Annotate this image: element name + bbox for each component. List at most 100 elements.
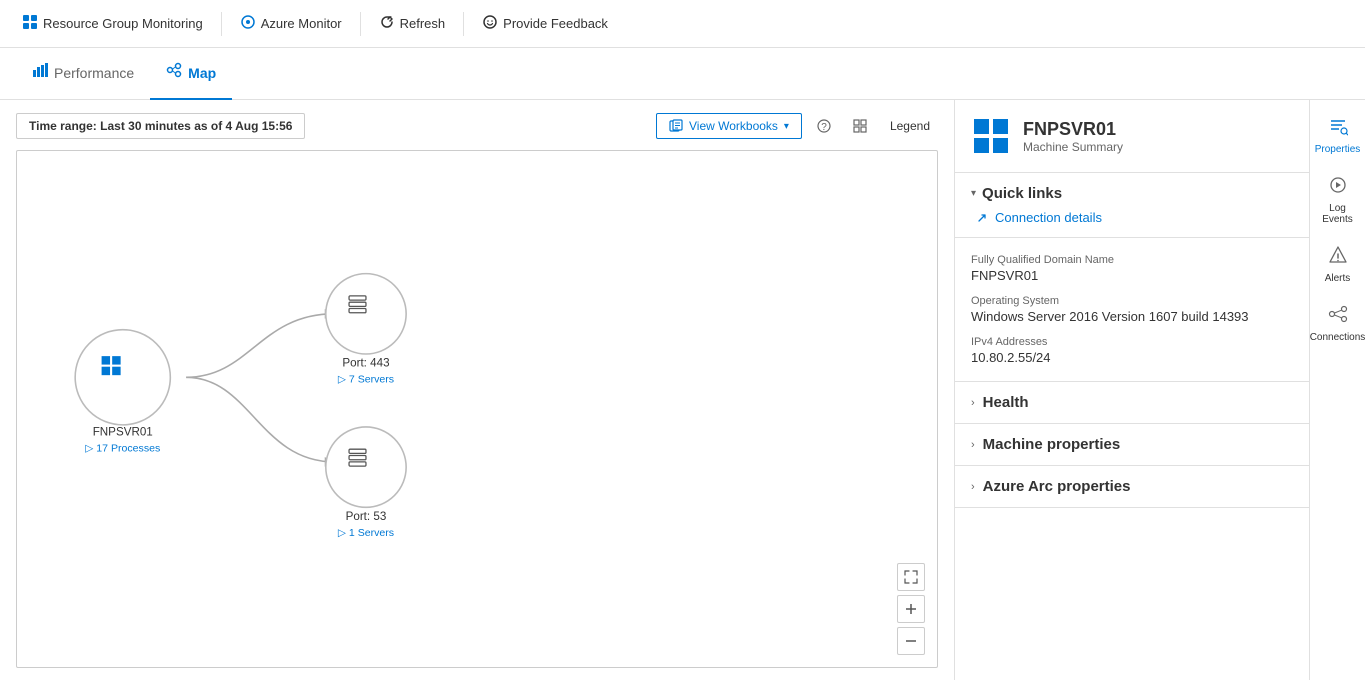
divider-2 — [360, 12, 361, 36]
properties-sidebar-btn[interactable]: Properties — [1312, 108, 1364, 163]
azure-arc-section[interactable]: › Azure Arc properties — [955, 466, 1309, 508]
connections-icon — [1328, 304, 1348, 330]
divider-3 — [463, 12, 464, 36]
port-443-node[interactable] — [326, 274, 406, 354]
port-53-servers-label: ▷ 1 Servers — [338, 527, 394, 539]
view-workbooks-label: View Workbooks — [689, 119, 778, 133]
quick-links-header[interactable]: ▾ Quick links — [971, 185, 1293, 202]
performance-icon — [32, 62, 48, 83]
os-value: Windows Server 2016 Version 1607 build 1… — [971, 309, 1293, 324]
azure-monitor-btn[interactable]: Azure Monitor — [230, 8, 352, 40]
expand-icon: ? — [816, 118, 832, 134]
fullscreen-button[interactable] — [846, 112, 874, 140]
machine-title: FNPSVR01 — [1023, 119, 1123, 140]
health-title: Health — [983, 394, 1029, 411]
ipv4-value: 10.80.2.55/24 — [971, 350, 1293, 365]
resource-group-monitoring-btn[interactable]: Resource Group Monitoring — [12, 8, 213, 40]
port-443-label: Port: 443 — [342, 357, 389, 370]
map-icon — [166, 62, 182, 83]
port-443-servers-label: ▷ 7 Servers — [338, 374, 394, 386]
time-range-value: Last 30 minutes as of 4 Aug 15:56 — [100, 119, 292, 133]
connections-sidebar-btn[interactable]: Connections — [1312, 296, 1364, 351]
zoom-out-icon — [905, 635, 917, 647]
provide-feedback-btn[interactable]: Provide Feedback — [472, 8, 618, 40]
map-controls — [897, 563, 925, 655]
machine-properties-section[interactable]: › Machine properties — [955, 424, 1309, 466]
azure-monitor-label: Azure Monitor — [261, 16, 342, 31]
connections-sidebar-label: Connections — [1310, 332, 1365, 343]
top-bar: Resource Group Monitoring Azure Monitor … — [0, 0, 1365, 48]
machine-props-title: Machine properties — [983, 436, 1121, 453]
connection-details-link[interactable]: Connection details — [971, 210, 1293, 225]
alerts-sidebar-label: Alerts — [1325, 273, 1351, 284]
zoom-in-button[interactable] — [897, 595, 925, 623]
machine-header: FNPSVR01 Machine Summary — [955, 100, 1309, 173]
feedback-icon — [482, 14, 498, 34]
right-sidebar: Properties Log Events Alerts — [1309, 100, 1365, 680]
provide-feedback-label: Provide Feedback — [503, 16, 608, 31]
tab-bar: Performance Map — [0, 48, 1365, 100]
map-svg: FNPSVR01 ▷ 17 Processes Port: 443 ▷ 7 Se… — [17, 151, 937, 667]
properties-sidebar-label: Properties — [1315, 144, 1361, 155]
log-events-sidebar-btn[interactable]: Log Events — [1312, 167, 1364, 233]
machine-windows-icon — [971, 116, 1011, 156]
log-events-sidebar-label: Log Events — [1316, 203, 1360, 225]
right-panel: FNPSVR01 Machine Summary ▾ Quick links C… — [954, 100, 1309, 680]
os-label: Operating System — [971, 295, 1293, 307]
legend-button[interactable]: Legend — [882, 115, 938, 137]
azure-arc-title: Azure Arc properties — [983, 478, 1131, 495]
fit-to-screen-button[interactable] — [897, 563, 925, 591]
map-canvas: FNPSVR01 ▷ 17 Processes Port: 443 ▷ 7 Se… — [16, 150, 938, 668]
workbooks-chevron-icon: ▾ — [784, 121, 789, 132]
log-events-icon — [1328, 175, 1348, 201]
connection-details-label: Connection details — [995, 210, 1102, 225]
time-range-prefix: Time range: — [29, 119, 97, 133]
port-53-label: Port: 53 — [346, 510, 387, 523]
map-area: Time range: Last 30 minutes as of 4 Aug … — [0, 100, 954, 680]
map-actions: View Workbooks ▾ ? — [656, 112, 938, 140]
fqdn-value: FNPSVR01 — [971, 268, 1293, 283]
refresh-icon — [379, 14, 395, 34]
azure-monitor-icon — [240, 14, 256, 34]
machine-subtitle: Machine Summary — [1023, 140, 1123, 154]
fqdn-label: Fully Qualified Domain Name — [971, 254, 1293, 266]
divider-1 — [221, 12, 222, 36]
machine-info-section: Fully Qualified Domain Name FNPSVR01 Ope… — [955, 238, 1309, 382]
health-section[interactable]: › Health — [955, 382, 1309, 424]
view-workbooks-button[interactable]: View Workbooks ▾ — [656, 113, 802, 139]
quick-links-title: Quick links — [982, 185, 1062, 202]
tab-map-label: Map — [188, 65, 216, 81]
refresh-btn[interactable]: Refresh — [369, 8, 456, 40]
ipv4-label: IPv4 Addresses — [971, 336, 1293, 348]
zoom-out-button[interactable] — [897, 627, 925, 655]
resource-group-label: Resource Group Monitoring — [43, 16, 203, 31]
quick-links-chevron-icon: ▾ — [971, 188, 976, 199]
tab-performance-label: Performance — [54, 65, 134, 81]
time-range-button[interactable]: Time range: Last 30 minutes as of 4 Aug … — [16, 113, 305, 139]
fullscreen-icon — [852, 118, 868, 134]
server-node-circle[interactable] — [75, 330, 170, 425]
main-content: Time range: Last 30 minutes as of 4 Aug … — [0, 100, 1365, 680]
server-processes-label: ▷ 17 Processes — [85, 442, 160, 454]
health-chevron-icon: › — [971, 397, 975, 409]
server-name-label: FNPSVR01 — [93, 425, 153, 438]
machine-title-block: FNPSVR01 Machine Summary — [1023, 119, 1123, 154]
machine-props-chevron-icon: › — [971, 439, 975, 451]
tab-performance[interactable]: Performance — [16, 48, 150, 100]
azure-arc-chevron-icon: › — [971, 481, 975, 493]
alerts-icon — [1328, 245, 1348, 271]
connection-line-443 — [186, 314, 334, 377]
port-53-node[interactable] — [326, 427, 406, 507]
alerts-sidebar-btn[interactable]: Alerts — [1312, 237, 1364, 292]
resource-group-icon — [22, 14, 38, 34]
zoom-in-icon — [905, 603, 917, 615]
legend-label: Legend — [890, 119, 930, 133]
fit-screen-icon — [904, 570, 918, 584]
svg-text:?: ? — [821, 122, 827, 133]
connection-icon — [975, 211, 989, 225]
quick-links-section: ▾ Quick links Connection details — [955, 173, 1309, 238]
connection-line-53 — [186, 377, 334, 462]
expand-button[interactable]: ? — [810, 112, 838, 140]
tab-map[interactable]: Map — [150, 48, 232, 100]
properties-icon — [1328, 116, 1348, 142]
